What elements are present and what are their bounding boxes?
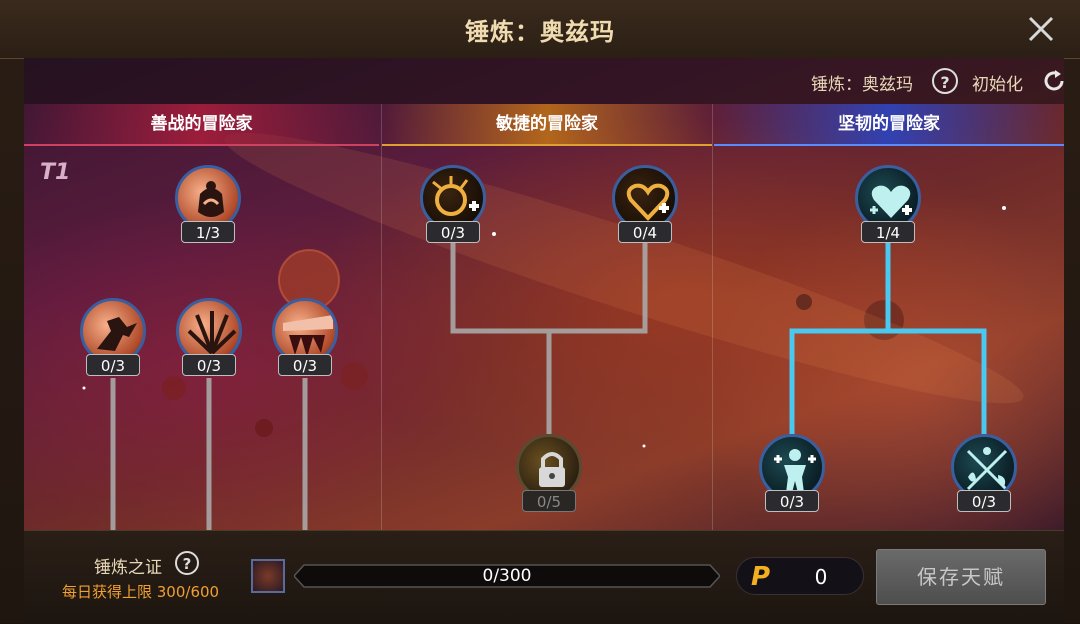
talent-node[interactable]: 0/3 xyxy=(272,298,338,382)
node-count: 0/3 xyxy=(86,354,140,376)
forge-proof-label: 锤炼之证 xyxy=(94,558,162,578)
node-count: 1/3 xyxy=(181,221,235,243)
talent-node[interactable]: 0/3 xyxy=(176,298,242,382)
daily-limit-text: 每日获得上限 300/600 xyxy=(62,583,220,601)
talent-node[interactable]: 0/3 xyxy=(80,298,146,382)
footer-bar: 锤炼之证 ? 每日获得上限 300/600 0/300 P 0 保存天赋 xyxy=(24,530,1064,624)
save-talent-button[interactable]: 保存天赋 xyxy=(876,549,1046,605)
node-count: 0/3 xyxy=(957,490,1011,512)
forge-proof-item-icon[interactable] xyxy=(251,559,285,593)
dialog-title: 锤炼：奥兹玛 xyxy=(465,18,615,46)
title-bar: 锤炼：奥兹玛 xyxy=(0,0,1080,59)
progress-text: 0/300 xyxy=(482,566,532,586)
talent-node[interactable]: 0/3 xyxy=(420,165,486,249)
close-icon[interactable] xyxy=(1024,12,1058,46)
talent-node[interactable]: 0/3 xyxy=(759,434,825,518)
node-count: 0/4 xyxy=(618,221,672,243)
talent-node[interactable]: 0/4 xyxy=(612,165,678,249)
talent-node[interactable]: 1/3 xyxy=(175,165,241,249)
node-count: 0/3 xyxy=(182,354,236,376)
help-icon[interactable]: ? xyxy=(175,551,199,575)
points-value: 0 xyxy=(814,565,828,589)
talent-node-locked[interactable]: 0/5 xyxy=(516,434,582,518)
points-display: P 0 xyxy=(736,557,864,595)
node-count: 0/3 xyxy=(426,221,480,243)
talent-node[interactable]: 1/4 xyxy=(855,165,921,249)
talent-node[interactable]: 0/3 xyxy=(951,434,1017,518)
points-icon: P xyxy=(751,562,771,592)
node-count: 0/3 xyxy=(765,490,819,512)
dialog-frame: 锤炼：奥兹玛 锤炼：奥兹玛 ? 初始化 善战的冒险家 敏捷的冒险家 坚韧的冒险家… xyxy=(0,0,1080,624)
node-count: 1/4 xyxy=(861,221,915,243)
node-count: 0/5 xyxy=(522,490,576,512)
talent-tree-panel: 锤炼：奥兹玛 ? 初始化 善战的冒险家 敏捷的冒险家 坚韧的冒险家 T1 1/3… xyxy=(24,58,1064,530)
node-count: 0/3 xyxy=(278,354,332,376)
